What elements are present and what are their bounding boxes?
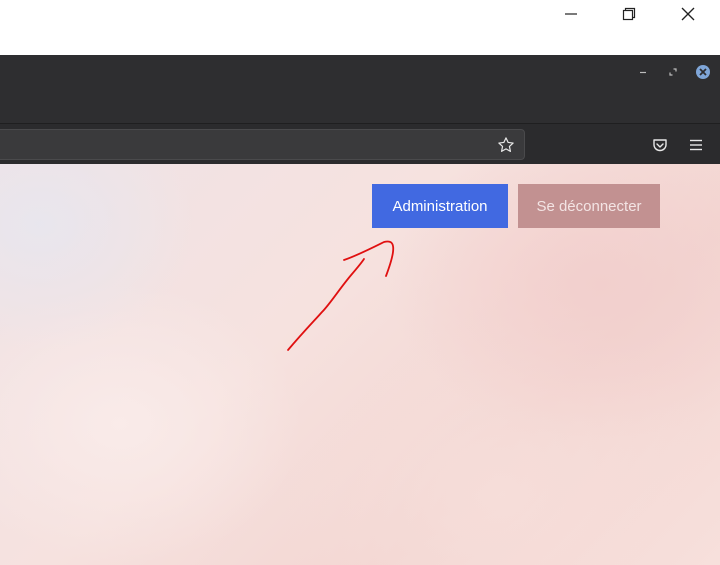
- browser-maximize-button[interactable]: [661, 60, 685, 84]
- hamburger-menu-icon: [690, 139, 702, 151]
- browser-navigation-bar: [0, 123, 720, 164]
- browser-close-button[interactable]: [691, 60, 715, 84]
- window-restore-button[interactable]: [600, 0, 658, 28]
- logout-button[interactable]: Se déconnecter: [518, 184, 660, 228]
- restore-icon: [622, 7, 636, 21]
- os-window-titlebar: [0, 0, 720, 55]
- hamburger-menu-button[interactable]: [683, 132, 709, 158]
- minimize-icon: [565, 13, 577, 15]
- browser-tab-bar: [0, 55, 720, 123]
- window-close-button[interactable]: [659, 0, 717, 28]
- close-icon: [681, 7, 695, 21]
- pocket-icon: [653, 139, 667, 152]
- bookmark-star-button[interactable]: [494, 133, 518, 157]
- star-icon: [498, 137, 514, 152]
- window-minimize-button[interactable]: [542, 0, 600, 28]
- pocket-button[interactable]: [647, 132, 673, 158]
- browser-minimize-button[interactable]: [631, 60, 655, 84]
- url-bar[interactable]: [0, 129, 525, 160]
- minimize-icon: [640, 71, 646, 74]
- administration-button[interactable]: Administration: [372, 184, 508, 228]
- close-icon: [696, 65, 710, 79]
- maximize-icon: [669, 68, 677, 76]
- page-content: Administration Se déconnecter: [0, 164, 720, 565]
